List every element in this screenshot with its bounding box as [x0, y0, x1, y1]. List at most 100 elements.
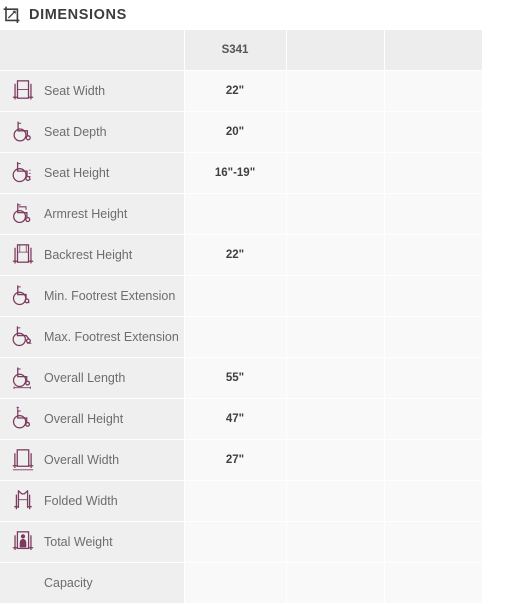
dimension-label: Folded Width	[44, 493, 118, 508]
dimension-value-cell-1: 16"-19"	[184, 152, 287, 194]
column-header-model-1: S341	[184, 30, 287, 71]
column-header-label	[0, 30, 185, 71]
table-body: Seat Width 22" Seat Depth 20" Seat Height 1…	[0, 70, 483, 604]
table-row: Seat Width 22"	[0, 70, 483, 112]
dimension-label-cell: Min. Footrest Extension	[0, 275, 185, 317]
section-header: DIMENSIONS	[0, 0, 522, 30]
dimension-label-cell: Overall Length	[0, 357, 185, 399]
dimension-value-cell-1: 20"	[184, 111, 287, 153]
wheelchair-side-seat-height-icon	[10, 157, 36, 189]
dimension-value-cell-1	[184, 275, 287, 317]
dimensions-table: S341 Seat Width 22" Seat Depth 20" Seat …	[0, 30, 483, 604]
dimension-value-cell-1	[184, 316, 287, 358]
dimension-label-cell: Armrest Height	[0, 193, 185, 235]
wheelchair-front-overall-width-icon	[10, 444, 36, 476]
dimension-value-cell-2	[286, 521, 385, 563]
dimension-value-cell-2	[286, 562, 385, 604]
dimension-value-cell-2	[286, 70, 385, 112]
dimension-value-cell-3	[384, 316, 483, 358]
dimension-label-cell: Max. Footrest Extension	[0, 316, 185, 358]
dimension-value-cell-2	[286, 316, 385, 358]
dimension-value-cell-2	[286, 193, 385, 235]
dimension-label: Overall Length	[44, 370, 126, 385]
dimension-label-cell: Folded Width	[0, 480, 185, 522]
dimension-label: Total Weight	[44, 534, 113, 549]
dimension-value-cell-2	[286, 398, 385, 440]
dimension-value-cell-3	[384, 152, 483, 194]
table-row: Seat Depth 20"	[0, 111, 483, 153]
wheelchair-side-max-footrest-icon	[10, 321, 36, 353]
dimension-value-cell-1	[184, 562, 287, 604]
table-row: Overall Height 47"	[0, 398, 483, 440]
dimension-label-cell: Seat Height	[0, 152, 185, 194]
no-icon-placeholder	[10, 567, 36, 599]
column-header-model-2	[286, 30, 385, 71]
dimension-value-cell-1: 22"	[184, 70, 287, 112]
dimension-label-cell: Seat Width	[0, 70, 185, 112]
wheelchair-side-overall-height-icon	[10, 403, 36, 435]
wheelchair-front-backrest-height-icon	[10, 239, 36, 271]
dimension-value-cell-3	[384, 521, 483, 563]
dimension-label: Min. Footrest Extension	[44, 288, 176, 303]
dimension-label: Max. Footrest Extension	[44, 329, 179, 344]
table-header-row: S341	[0, 30, 483, 71]
dimension-value-cell-3	[384, 111, 483, 153]
dimension-label: Seat Height	[44, 165, 110, 180]
dimension-value-cell-2	[286, 480, 385, 522]
dimension-label-cell: Total Weight	[0, 521, 185, 563]
dimension-label-cell: Overall Height	[0, 398, 185, 440]
dimension-label: Overall Height	[44, 411, 124, 426]
dimension-value-cell-3	[384, 275, 483, 317]
dimension-value-cell-2	[286, 152, 385, 194]
dimension-value-cell-1	[184, 521, 287, 563]
dimension-label-cell: Capacity	[0, 562, 185, 604]
dimension-label: Seat Depth	[44, 124, 107, 139]
section-title: DIMENSIONS	[29, 6, 127, 23]
wheelchair-front-total-weight-icon	[10, 526, 36, 558]
wheelchair-front-folded-width-icon	[10, 485, 36, 517]
wheelchair-side-seat-depth-icon	[10, 116, 36, 148]
dimension-label-cell: Seat Depth	[0, 111, 185, 153]
table-row: Armrest Height	[0, 193, 483, 235]
dimension-value-cell-3	[384, 357, 483, 399]
dimension-value-cell-1: 27"	[184, 439, 287, 481]
dimension-value-cell-3	[384, 439, 483, 481]
dimension-value-cell-1	[184, 480, 287, 522]
dimension-value-cell-2	[286, 234, 385, 276]
table-row: Overall Length 55"	[0, 357, 483, 399]
dimension-value-cell-3	[384, 398, 483, 440]
table-row: Folded Width	[0, 480, 483, 522]
dimension-value-cell-1: 22"	[184, 234, 287, 276]
table-row: Backrest Height 22"	[0, 234, 483, 276]
dimension-label: Backrest Height	[44, 247, 133, 262]
wheelchair-front-seat-width-icon	[10, 75, 36, 107]
wheelchair-side-armrest-height-icon	[10, 198, 36, 230]
dimension-value-cell-3	[384, 70, 483, 112]
dimension-label: Seat Width	[44, 83, 106, 98]
dimension-value-cell-2	[286, 275, 385, 317]
dimension-label: Overall Width	[44, 452, 120, 467]
table-row: Overall Width 27"	[0, 439, 483, 481]
dimension-value-cell-2	[286, 357, 385, 399]
dimension-value-cell-3	[384, 480, 483, 522]
column-header-model-3	[384, 30, 483, 71]
dimension-label-cell: Backrest Height	[0, 234, 185, 276]
wheelchair-side-min-footrest-icon	[10, 280, 36, 312]
dimension-value-cell-1: 47"	[184, 398, 287, 440]
dimension-value-cell-1: 55"	[184, 357, 287, 399]
dimension-value-cell-3	[384, 193, 483, 235]
table-row: Capacity	[0, 562, 483, 604]
table-row: Total Weight	[0, 521, 483, 563]
table-row: Min. Footrest Extension	[0, 275, 483, 317]
dimension-value-cell-3	[384, 562, 483, 604]
dimension-value-cell-2	[286, 439, 385, 481]
table-row: Max. Footrest Extension	[0, 316, 483, 358]
dimension-label: Capacity	[44, 575, 93, 590]
table-row: Seat Height 16"-19"	[0, 152, 483, 194]
dimension-value-cell-3	[384, 234, 483, 276]
dimension-label-cell: Overall Width	[0, 439, 185, 481]
dimension-value-cell-1	[184, 193, 287, 235]
dimension-value-cell-2	[286, 111, 385, 153]
dimension-label: Armrest Height	[44, 206, 128, 221]
wheelchair-side-overall-length-icon	[10, 362, 36, 394]
